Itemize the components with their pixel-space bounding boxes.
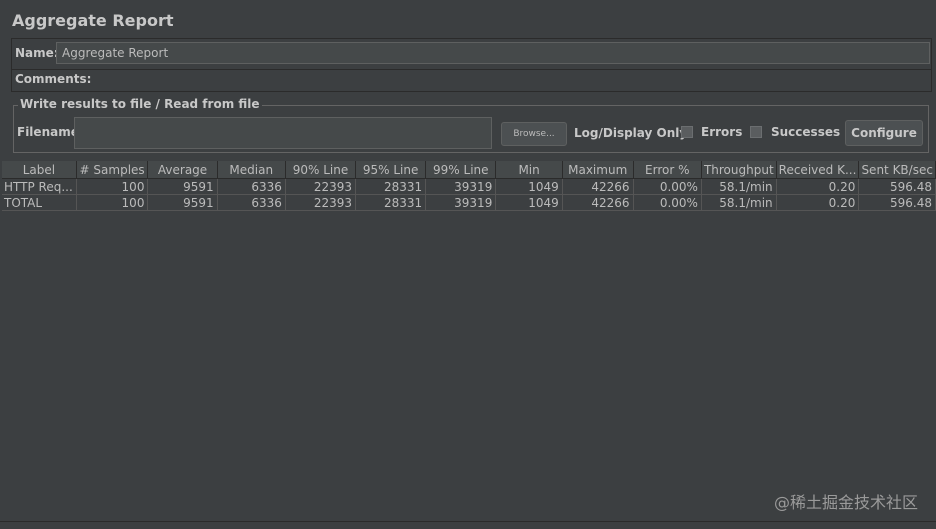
column-header[interactable]: Sent KB/sec xyxy=(858,161,936,179)
table-cell: 0.00% xyxy=(633,178,702,195)
page-title: Aggregate Report xyxy=(12,11,174,30)
table-cell: 39319 xyxy=(425,194,497,211)
successes-checkbox[interactable] xyxy=(750,126,762,138)
table-cell: 22393 xyxy=(285,194,357,211)
file-section-legend: Write results to file / Read from file xyxy=(18,97,262,111)
errors-label: Errors xyxy=(701,125,743,139)
table-cell: 9591 xyxy=(147,194,218,211)
table-header-row: Label # Samples Average Median 90% Line … xyxy=(2,161,936,179)
configure-button[interactable]: Configure xyxy=(845,120,923,146)
browse-button[interactable]: Browse... xyxy=(501,122,567,146)
errors-checkbox[interactable] xyxy=(681,126,693,138)
column-header[interactable]: Throughput xyxy=(701,161,777,179)
table-cell: 9591 xyxy=(147,178,218,195)
bottom-divider xyxy=(0,521,936,522)
table-cell: 596.48 xyxy=(858,194,936,211)
column-header[interactable]: 95% Line xyxy=(355,161,427,179)
name-label: Name: xyxy=(15,46,59,60)
table-cell: TOTAL xyxy=(2,194,77,211)
table-cell: 58.1/min xyxy=(701,194,777,211)
aggregate-report-panel: Aggregate Report Name: Comments: Write r… xyxy=(0,0,936,529)
table-cell: 28331 xyxy=(355,178,427,195)
successes-label: Successes xyxy=(771,125,841,139)
table-cell: 58.1/min xyxy=(701,178,777,195)
table-cell: 0.20 xyxy=(776,178,860,195)
comments-label: Comments: xyxy=(15,72,92,86)
column-header[interactable]: 90% Line xyxy=(285,161,357,179)
column-header[interactable]: # Samples xyxy=(76,161,149,179)
table-cell: 0.20 xyxy=(776,194,860,211)
table-cell: 39319 xyxy=(425,178,497,195)
column-header[interactable]: Maximum xyxy=(562,161,634,179)
table-cell: 100 xyxy=(76,178,149,195)
table-row[interactable]: HTTP Req... 100 9591 6336 22393 28331 39… xyxy=(2,178,936,195)
name-row: Name: xyxy=(11,38,932,70)
column-header[interactable]: Received K... xyxy=(776,161,860,179)
column-header[interactable]: Average xyxy=(147,161,218,179)
table-row[interactable]: TOTAL 100 9591 6336 22393 28331 39319 10… xyxy=(2,194,936,211)
results-table-container[interactable]: Label # Samples Average Median 90% Line … xyxy=(2,161,936,521)
table-cell: 596.48 xyxy=(858,178,936,195)
filename-field[interactable] xyxy=(74,117,492,149)
log-display-only-label: Log/Display Only: xyxy=(574,126,692,140)
table-cell: 28331 xyxy=(355,194,427,211)
watermark: @稀土掘金技术社区 xyxy=(773,493,918,512)
table-cell: 1049 xyxy=(495,178,563,195)
table-cell: 1049 xyxy=(495,194,563,211)
column-header[interactable]: 99% Line xyxy=(425,161,497,179)
table-cell: 42266 xyxy=(562,194,634,211)
table-cell: 6336 xyxy=(217,178,286,195)
column-header[interactable]: Median xyxy=(217,161,286,179)
column-header[interactable]: Error % xyxy=(633,161,702,179)
column-header[interactable]: Min xyxy=(495,161,563,179)
table-cell: 22393 xyxy=(285,178,357,195)
table-cell: HTTP Req... xyxy=(2,178,77,195)
table-cell: 100 xyxy=(76,194,149,211)
comments-row[interactable]: Comments: xyxy=(11,69,932,92)
results-table: Label # Samples Average Median 90% Line … xyxy=(2,161,936,211)
filename-label: Filename xyxy=(17,125,79,139)
table-cell: 0.00% xyxy=(633,194,702,211)
column-header[interactable]: Label xyxy=(2,161,77,179)
name-field[interactable] xyxy=(56,42,930,64)
table-cell: 6336 xyxy=(217,194,286,211)
table-cell: 42266 xyxy=(562,178,634,195)
